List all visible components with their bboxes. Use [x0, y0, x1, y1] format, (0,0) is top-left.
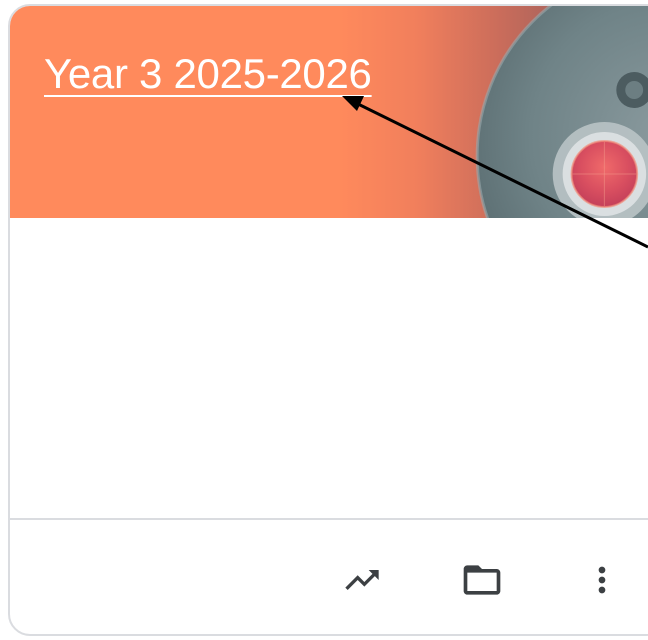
open-folder-button[interactable] — [454, 552, 510, 608]
class-title-link[interactable]: Year 3 2025-2026 — [44, 50, 372, 98]
banner-illustration — [475, 6, 648, 218]
folder-icon — [463, 565, 501, 595]
progress-button[interactable] — [334, 552, 390, 608]
more-options-button[interactable] — [574, 552, 630, 608]
class-card-banner: Year 3 2025-2026 — [10, 6, 648, 218]
screenshot-stage: Year 3 2025-2026 — [0, 0, 648, 640]
class-card-body — [10, 218, 648, 518]
trending-up-icon — [345, 570, 379, 590]
class-card[interactable]: Year 3 2025-2026 — [8, 4, 648, 636]
card-footer — [10, 520, 648, 634]
more-vert-icon — [598, 566, 606, 594]
